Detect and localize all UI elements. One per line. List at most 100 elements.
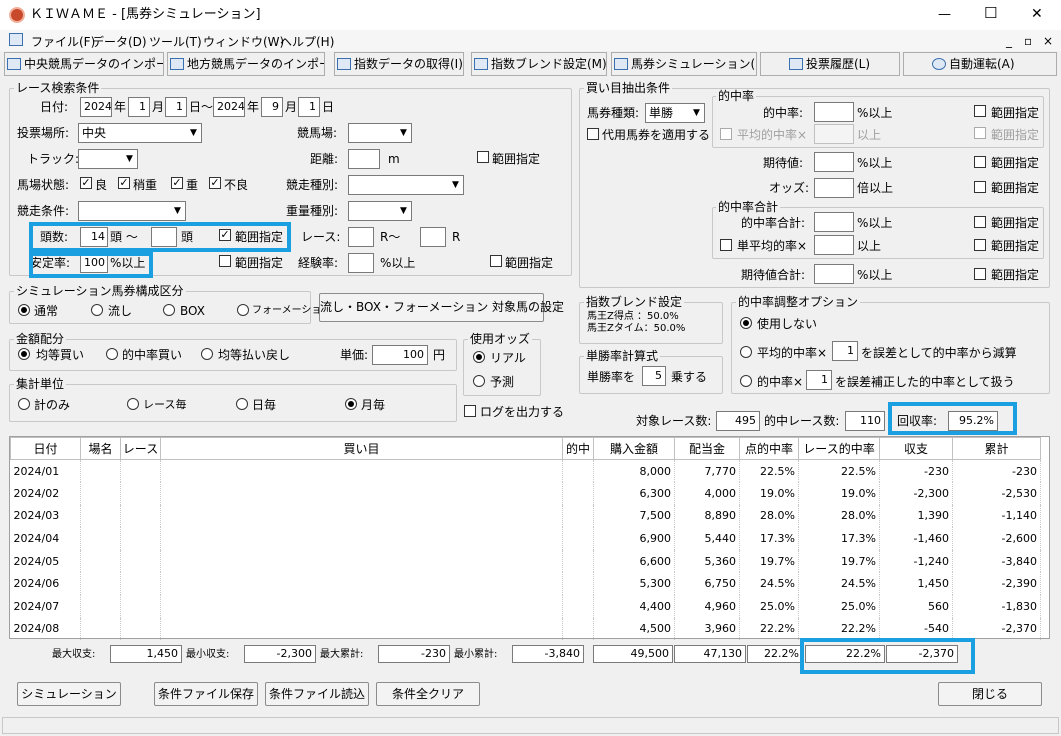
- compose-formation-radio[interactable]: [237, 304, 249, 316]
- compose-nagashi-radio[interactable]: [91, 304, 103, 316]
- baba-bad-checkbox[interactable]: ✓: [209, 177, 221, 189]
- table-row[interactable]: 2024/03 7,500 8,890 28.0% 28.0% 1,390 -1,140: [10, 504, 1041, 528]
- race-to-input[interactable]: [420, 227, 446, 247]
- avg-hitrate-checkbox[interactable]: [720, 128, 732, 140]
- clear-conditions-button[interactable]: 条件全クリア: [376, 682, 480, 706]
- mdi-minimize-icon[interactable]: _: [1006, 34, 1012, 48]
- col-race-hit[interactable]: レース的中率: [798, 437, 880, 460]
- avg-hitrate-input[interactable]: [814, 124, 854, 144]
- compose-normal-radio[interactable]: [18, 304, 30, 316]
- track-type-select[interactable]: ▼: [78, 149, 138, 169]
- table-row[interactable]: 2024/08 4,500 3,960 22.2% 22.2% -540 -2,370: [10, 617, 1041, 641]
- single-avg-checkbox[interactable]: [720, 239, 732, 251]
- baba-good-checkbox[interactable]: ✓: [80, 177, 92, 189]
- table-row[interactable]: 2024/06 5,300 6,750 24.5% 24.5% 1,450 -2,390: [10, 572, 1041, 596]
- expected-input[interactable]: [814, 152, 854, 172]
- unit-price-input[interactable]: 100: [372, 345, 428, 365]
- from-day-input[interactable]: 1: [165, 97, 187, 117]
- table-row[interactable]: 2024/05 6,600 5,360 19.7% 19.7% -1,240 -3,840: [10, 549, 1041, 573]
- col-race[interactable]: レース: [120, 437, 161, 460]
- from-month-input[interactable]: 1: [128, 97, 150, 117]
- adjust-subtract-radio[interactable]: [740, 346, 752, 358]
- race-cond-select[interactable]: ▼: [78, 201, 186, 221]
- close-button[interactable]: 閉じる: [938, 682, 1042, 706]
- tansho-exponent-input[interactable]: 5: [642, 366, 666, 386]
- race-type-select[interactable]: ▼: [348, 175, 464, 195]
- maximize-button[interactable]: ☐: [984, 6, 997, 21]
- race-from-input[interactable]: [348, 227, 374, 247]
- track-select[interactable]: ▼: [348, 123, 412, 143]
- adjust-correct-input[interactable]: 1: [806, 370, 832, 390]
- alt-ticket-checkbox[interactable]: [587, 128, 599, 140]
- distance-range-checkbox[interactable]: [477, 151, 489, 163]
- distance-input[interactable]: [348, 149, 380, 169]
- expected-sum-range-checkbox[interactable]: [974, 268, 986, 280]
- hitrate-sum-input[interactable]: [814, 212, 854, 232]
- agg-day-radio[interactable]: [236, 398, 248, 410]
- col-hit[interactable]: 的中: [562, 437, 594, 460]
- single-avg-input[interactable]: [814, 235, 854, 255]
- hitrate-sum-range-checkbox[interactable]: [974, 216, 986, 228]
- adjust-none-radio[interactable]: [740, 317, 752, 329]
- minimize-button[interactable]: —: [938, 8, 951, 22]
- mdi-restore-icon[interactable]: ▫: [1024, 34, 1032, 48]
- toolbar-fetch-index[interactable]: 指数データの取得(I): [334, 52, 464, 76]
- menu-tools[interactable]: ツール(T): [149, 35, 202, 49]
- table-row[interactable]: 2024/07 4,400 4,960 25.0% 25.0% 560 -1,830: [10, 595, 1041, 618]
- amount-payout-radio[interactable]: [201, 348, 213, 360]
- weight-type-select[interactable]: ▼: [348, 201, 412, 221]
- log-output-checkbox[interactable]: [464, 405, 476, 417]
- to-month-input[interactable]: 9: [261, 97, 283, 117]
- toolbar-import-local[interactable]: 地方競馬データのインポート(N): [167, 52, 325, 76]
- toolbar-auto-run[interactable]: 自動運転(A): [903, 52, 1057, 76]
- adjust-correct-radio[interactable]: [740, 375, 752, 387]
- stable-range-checkbox[interactable]: [219, 255, 231, 267]
- col-balance[interactable]: 収支: [879, 437, 953, 460]
- target-horse-settings-button[interactable]: 流し・BOX・フォーメーション 対象馬の設定: [319, 293, 564, 322]
- odds-forecast-radio[interactable]: [473, 375, 485, 387]
- toolbar-import-central[interactable]: 中央競馬データのインポート(J): [4, 52, 164, 76]
- save-conditions-button[interactable]: 条件ファイル保存: [154, 682, 258, 706]
- single-avg-range-checkbox[interactable]: [974, 239, 986, 251]
- to-day-input[interactable]: 1: [298, 97, 320, 117]
- exp-range-checkbox[interactable]: [490, 255, 502, 267]
- baba-heavy-checkbox[interactable]: ✓: [171, 177, 183, 189]
- adjust-subtract-input[interactable]: 1: [832, 341, 858, 361]
- expected-sum-input[interactable]: [814, 264, 854, 284]
- col-date[interactable]: 日付: [10, 437, 81, 460]
- exp-input[interactable]: [348, 253, 374, 273]
- col-purchase[interactable]: 購入金額: [593, 437, 675, 460]
- compose-box-radio[interactable]: [163, 304, 175, 316]
- menu-file[interactable]: ファイル(F): [31, 35, 95, 49]
- from-year-input[interactable]: 2024: [80, 97, 112, 117]
- expected-range-checkbox[interactable]: [974, 156, 986, 168]
- col-picks[interactable]: 買い目: [160, 437, 563, 460]
- odds-real-radio[interactable]: [473, 351, 485, 363]
- avg-hitrate-range-checkbox[interactable]: [974, 127, 986, 139]
- simulate-button[interactable]: シミュレーション: [17, 682, 121, 706]
- baba-yayaomo-checkbox[interactable]: ✓: [118, 177, 130, 189]
- toolbar-vote-history[interactable]: 投票履歴(L): [760, 52, 900, 76]
- amount-equal-radio[interactable]: [18, 348, 30, 360]
- col-cumulative[interactable]: 累計: [952, 437, 1041, 460]
- ticket-type-select[interactable]: 単勝 ▼: [645, 103, 705, 123]
- hitrate-range-checkbox[interactable]: [974, 105, 986, 117]
- menu-window[interactable]: ウィンドウ(W): [203, 35, 284, 49]
- load-conditions-button[interactable]: 条件ファイル読込: [265, 682, 369, 706]
- table-row[interactable]: 2024/01 8,000 7,770 22.5% 22.5% -230 -230: [10, 459, 1041, 483]
- close-window-button[interactable]: ✕: [1031, 7, 1043, 21]
- table-row[interactable]: 2024/02 6,300 4,000 19.0% 19.0% -2,300 -2,530: [10, 482, 1041, 505]
- col-venue[interactable]: 場名: [80, 437, 121, 460]
- to-year-input[interactable]: 2024: [213, 97, 245, 117]
- table-row[interactable]: 2024/04 6,900 5,440 17.3% 17.3% -1,460 -2,600: [10, 527, 1041, 550]
- toolbar-blend-settings[interactable]: 指数ブレンド設定(M): [471, 52, 607, 76]
- mdi-close-icon[interactable]: ×: [1043, 34, 1053, 48]
- toolbar-simulation[interactable]: 馬券シミュレーション(B): [611, 52, 757, 76]
- menu-help[interactable]: ヘルプ(H): [280, 35, 334, 49]
- odds-range-checkbox[interactable]: [974, 181, 986, 193]
- agg-total-radio[interactable]: [18, 398, 30, 410]
- amount-hitrate-radio[interactable]: [106, 348, 118, 360]
- hitrate-input[interactable]: [814, 102, 854, 122]
- col-point-hit[interactable]: 点的中率: [739, 437, 799, 460]
- venue-select[interactable]: 中央 ▼: [78, 123, 202, 143]
